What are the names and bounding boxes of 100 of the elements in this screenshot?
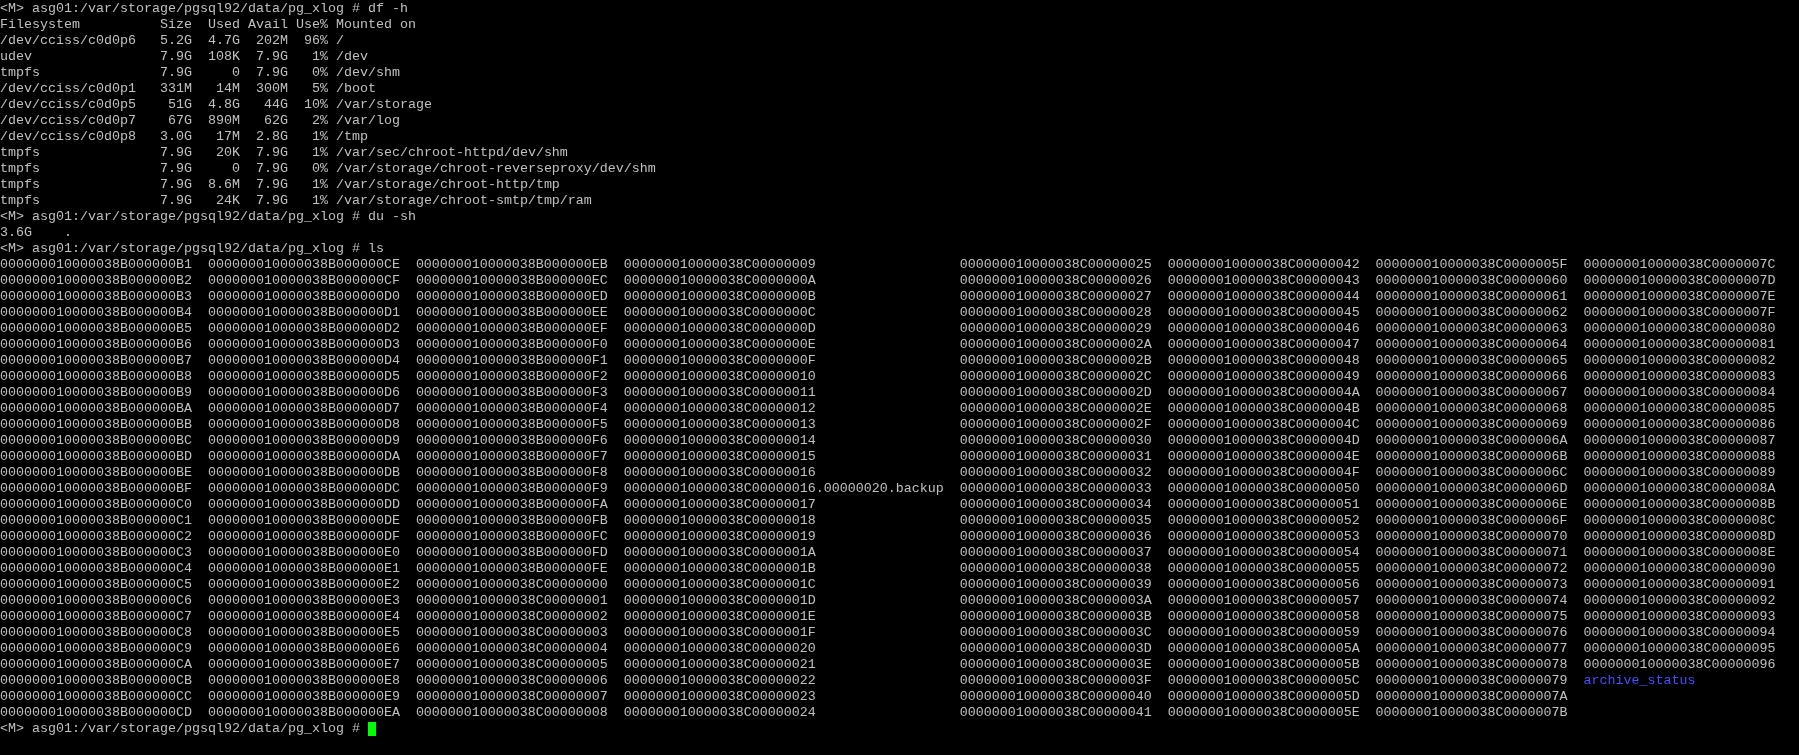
terminal-line: tmpfs 7.9G 20K 7.9G 1% /var/sec/chroot-httpd/dev/shm	[0, 145, 568, 161]
file-name: 000000010000038C00000091	[1583, 577, 1776, 593]
file-name: 000000010000038B000000E1	[207, 561, 400, 577]
file-name: 000000010000038B000000C7	[0, 609, 192, 625]
file-name: 000000010000038B000000BE	[0, 465, 192, 481]
terminal-line: udev 7.9G 108K 7.9G 1% /dev	[0, 49, 368, 65]
file-name: 000000010000038C00000084	[1583, 385, 1776, 401]
file-name: 000000010000038B000000FD	[415, 545, 608, 561]
file-name: 000000010000038C00000044	[1167, 289, 1360, 305]
file-name: 000000010000038C00000062	[1375, 305, 1568, 321]
file-name: 000000010000038C00000023	[623, 689, 816, 705]
file-name: 000000010000038C0000002E	[959, 401, 1152, 417]
terminal-line: <M> asg01:/var/storage/pgsql92/data/pg_xlog # df -h	[0, 1, 408, 17]
file-name: 000000010000038C00000086	[1583, 417, 1776, 433]
terminal-line: 3.6G .	[0, 225, 72, 241]
file-name: 000000010000038C00000082	[1583, 353, 1776, 369]
terminal-line: tmpfs 7.9G 24K 7.9G 1% /var/storage/chroot-smtp/tmp/ram	[0, 193, 592, 209]
file-name: 000000010000038C00000071	[1375, 545, 1568, 561]
file-name: 000000010000038C00000046	[1167, 321, 1360, 337]
file-name: 000000010000038C00000026	[959, 273, 1152, 289]
file-name: 000000010000038B000000D9	[207, 433, 400, 449]
file-name: 000000010000038C00000063	[1375, 321, 1568, 337]
file-name: 000000010000038C0000000F	[623, 353, 816, 369]
terminal-line: <M> asg01:/var/storage/pgsql92/data/pg_xlog #	[0, 721, 360, 737]
terminal-line: /dev/cciss/c0d0p1 331M 14M 300M 5% /boot	[0, 81, 376, 97]
file-name: 000000010000038B000000F6	[415, 433, 608, 449]
terminal-line: /dev/cciss/c0d0p6 5.2G 4.7G 202M 96% /	[0, 33, 344, 49]
file-name: 000000010000038B000000DE	[207, 513, 400, 529]
file-name: 000000010000038C00000040	[959, 689, 1152, 705]
file-name: 000000010000038B000000B8	[0, 369, 192, 385]
file-name: 000000010000038B000000EE	[415, 305, 608, 321]
file-name: 000000010000038C0000006D	[1375, 481, 1568, 497]
file-name: 000000010000038C0000004F	[1167, 465, 1360, 481]
file-name: 000000010000038B000000C5	[0, 577, 192, 593]
file-name: 000000010000038C0000006C	[1375, 465, 1568, 481]
file-name: 000000010000038C00000081	[1583, 337, 1776, 353]
file-name: 000000010000038C0000003A	[959, 593, 1152, 609]
file-name: 000000010000038C00000042	[1167, 257, 1360, 273]
file-name: 000000010000038C00000054	[1167, 545, 1360, 561]
terminal-line: /dev/cciss/c0d0p7 67G 890M 62G 2% /var/log	[0, 113, 400, 129]
file-name: 000000010000038C00000025	[959, 257, 1152, 273]
file-name: 000000010000038B000000DA	[207, 449, 400, 465]
file-name: 000000010000038C00000093	[1583, 609, 1776, 625]
file-name: 000000010000038C00000087	[1583, 433, 1776, 449]
file-name: 000000010000038C0000002D	[959, 385, 1152, 401]
file-name: 000000010000038C00000039	[959, 577, 1152, 593]
file-name: 000000010000038B000000FE	[415, 561, 608, 577]
file-name: 000000010000038C0000000E	[623, 337, 816, 353]
file-name: 000000010000038C00000020	[623, 641, 816, 657]
file-name: 000000010000038C00000069	[1375, 417, 1568, 433]
file-name: 000000010000038C0000005E	[1167, 705, 1360, 721]
file-name: 000000010000038B000000CF	[207, 273, 400, 289]
file-name: 000000010000038B000000F8	[415, 465, 608, 481]
file-name: 000000010000038C00000037	[959, 545, 1152, 561]
file-name: 000000010000038B000000C6	[0, 593, 192, 609]
file-name: 000000010000038C0000001D	[623, 593, 816, 609]
file-name: 000000010000038B000000C8	[0, 625, 192, 641]
file-name: 000000010000038C00000067	[1375, 385, 1568, 401]
file-name: 000000010000038C0000008C	[1583, 513, 1776, 529]
file-name: 000000010000038C00000060	[1375, 273, 1568, 289]
file-name: 000000010000038B000000ED	[415, 289, 608, 305]
file-name: 000000010000038C00000005	[415, 657, 608, 673]
file-name: 000000010000038C00000000	[415, 577, 608, 593]
file-name: 000000010000038B000000E4	[207, 609, 400, 625]
file-name: 000000010000038B000000CD	[0, 705, 192, 721]
file-name: 000000010000038B000000BB	[0, 417, 192, 433]
file-name: 000000010000038C00000022	[623, 673, 816, 689]
file-name: 000000010000038C00000050	[1167, 481, 1360, 497]
file-name: 000000010000038C0000005B	[1167, 657, 1360, 673]
file-name: 000000010000038B000000F2	[415, 369, 608, 385]
file-name: 000000010000038C00000058	[1167, 609, 1360, 625]
file-name: 000000010000038C00000078	[1375, 657, 1568, 673]
file-name: 000000010000038C0000008B	[1583, 497, 1776, 513]
file-name: 000000010000038B000000D7	[207, 401, 400, 417]
file-name: 000000010000038C00000035	[959, 513, 1152, 529]
file-name: 000000010000038C0000007C	[1583, 257, 1776, 273]
file-name: 000000010000038C0000006E	[1375, 497, 1568, 513]
file-name: 000000010000038B000000B4	[0, 305, 192, 321]
file-name: 000000010000038B000000CB	[0, 673, 192, 689]
file-name: 000000010000038C0000000B	[623, 289, 816, 305]
file-name: 000000010000038B000000D8	[207, 417, 400, 433]
file-name: 000000010000038C0000005D	[1167, 689, 1360, 705]
file-name: 000000010000038C00000033	[959, 481, 1152, 497]
file-name: 000000010000038B000000F3	[415, 385, 608, 401]
file-name: 000000010000038C0000007A	[1375, 689, 1568, 705]
file-name: 000000010000038C00000034	[959, 497, 1152, 513]
file-name: 000000010000038C00000052	[1167, 513, 1360, 529]
file-name: 000000010000038C00000007	[415, 689, 608, 705]
file-name: 000000010000038C00000076	[1375, 625, 1568, 641]
file-name: 000000010000038B000000F9	[415, 481, 608, 497]
file-name: 000000010000038C0000004B	[1167, 401, 1360, 417]
file-name: 000000010000038C00000002	[415, 609, 608, 625]
file-name: 000000010000038B000000DD	[207, 497, 400, 513]
file-name: 000000010000038C00000016	[623, 465, 816, 481]
file-name: 000000010000038C0000003F	[959, 673, 1152, 689]
file-name: 000000010000038C0000007E	[1583, 289, 1776, 305]
file-name: 000000010000038C00000072	[1375, 561, 1568, 577]
file-name: 000000010000038C0000001F	[623, 625, 816, 641]
file-name: 000000010000038C0000008E	[1583, 545, 1776, 561]
file-name: 000000010000038C00000068	[1375, 401, 1568, 417]
